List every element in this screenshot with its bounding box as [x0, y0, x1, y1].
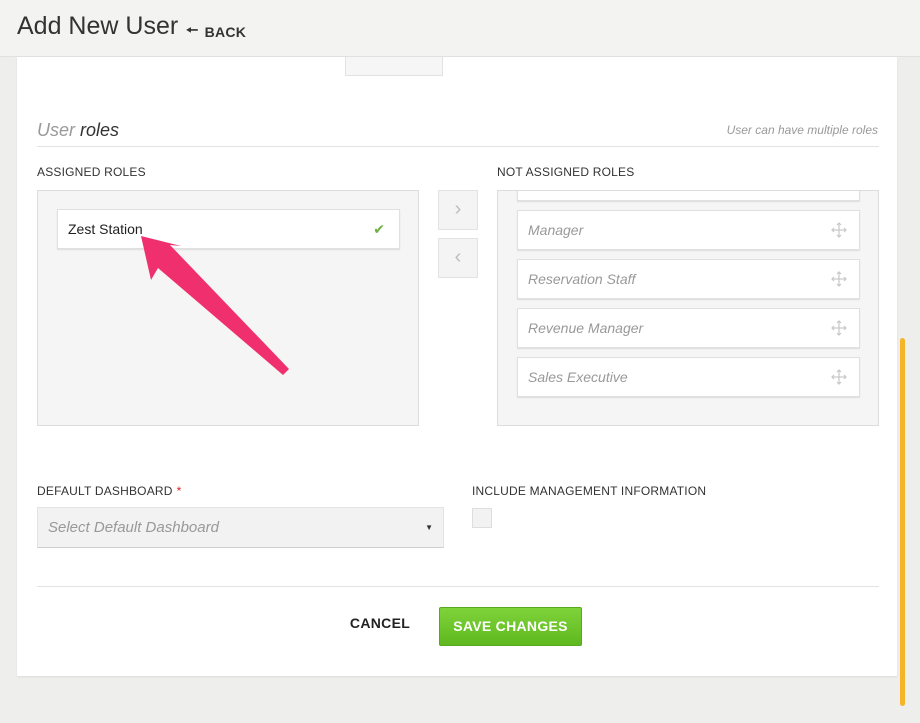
unassigned-role-manager[interactable]: Manager: [517, 210, 860, 250]
save-changes-button[interactable]: SAVE CHANGES: [439, 607, 582, 646]
section-title: User roles: [37, 120, 119, 141]
move-icon: [831, 271, 847, 287]
move-icon: [831, 320, 847, 336]
section-title-strong: roles: [80, 120, 120, 140]
caret-down-icon: ▼: [425, 523, 433, 532]
section-divider: [37, 146, 879, 147]
move-icon: [831, 222, 847, 238]
page-title: Add New User: [17, 12, 179, 40]
assigned-role-zest-station[interactable]: Zest Station ✔: [57, 209, 400, 249]
default-dashboard-label-text: DEFAULT DASHBOARD: [37, 484, 173, 498]
chevron-right-icon: ›: [454, 198, 462, 220]
assigned-roles-label: ASSIGNED ROLES: [37, 165, 146, 179]
not-assigned-roles-list[interactable]: Manager Reservation Staff Revenue Manage…: [497, 190, 879, 426]
unassigned-role-partial[interactable]: [517, 191, 860, 201]
chevron-left-icon: ‹: [454, 246, 462, 268]
unassigned-role-reservation-staff[interactable]: Reservation Staff: [517, 259, 860, 299]
role-label: Revenue Manager: [528, 320, 644, 336]
header-bar: Add New User 🠔 BACK: [0, 0, 920, 57]
footer-divider: [37, 586, 879, 587]
assigned-roles-list[interactable]: Zest Station ✔: [37, 190, 419, 426]
scrollbar-thumb[interactable]: [900, 338, 905, 706]
role-label: Sales Executive: [528, 369, 628, 385]
move-right-button[interactable]: ›: [438, 190, 478, 230]
previous-field-remnant: [345, 57, 443, 76]
default-dashboard-label: DEFAULT DASHBOARD *: [37, 484, 182, 498]
role-label: Manager: [528, 222, 584, 238]
select-placeholder: Select Default Dashboard: [48, 519, 219, 536]
default-dashboard-select[interactable]: Select Default Dashboard ▼: [37, 507, 444, 548]
management-info-checkbox[interactable]: [472, 508, 492, 528]
cancel-button[interactable]: CANCEL: [344, 615, 416, 637]
role-label: Reservation Staff: [528, 271, 636, 287]
move-icon: [831, 369, 847, 385]
section-title-light: User: [37, 120, 76, 140]
left-arrow-icon: 🠔: [186, 22, 199, 38]
not-assigned-roles-label: NOT ASSIGNED ROLES: [497, 165, 635, 179]
section-hint: User can have multiple roles: [726, 123, 878, 137]
unassigned-role-revenue-manager[interactable]: Revenue Manager: [517, 308, 860, 348]
role-label: Zest Station: [68, 221, 143, 237]
unassigned-role-sales-executive[interactable]: Sales Executive: [517, 357, 860, 397]
required-marker: *: [176, 484, 182, 498]
move-left-button[interactable]: ‹: [438, 238, 478, 278]
management-info-label: INCLUDE MANAGEMENT INFORMATION: [472, 484, 707, 498]
back-label: BACK: [204, 24, 247, 40]
check-icon: ✔: [373, 221, 385, 237]
back-button[interactable]: 🠔 BACK: [186, 20, 246, 44]
